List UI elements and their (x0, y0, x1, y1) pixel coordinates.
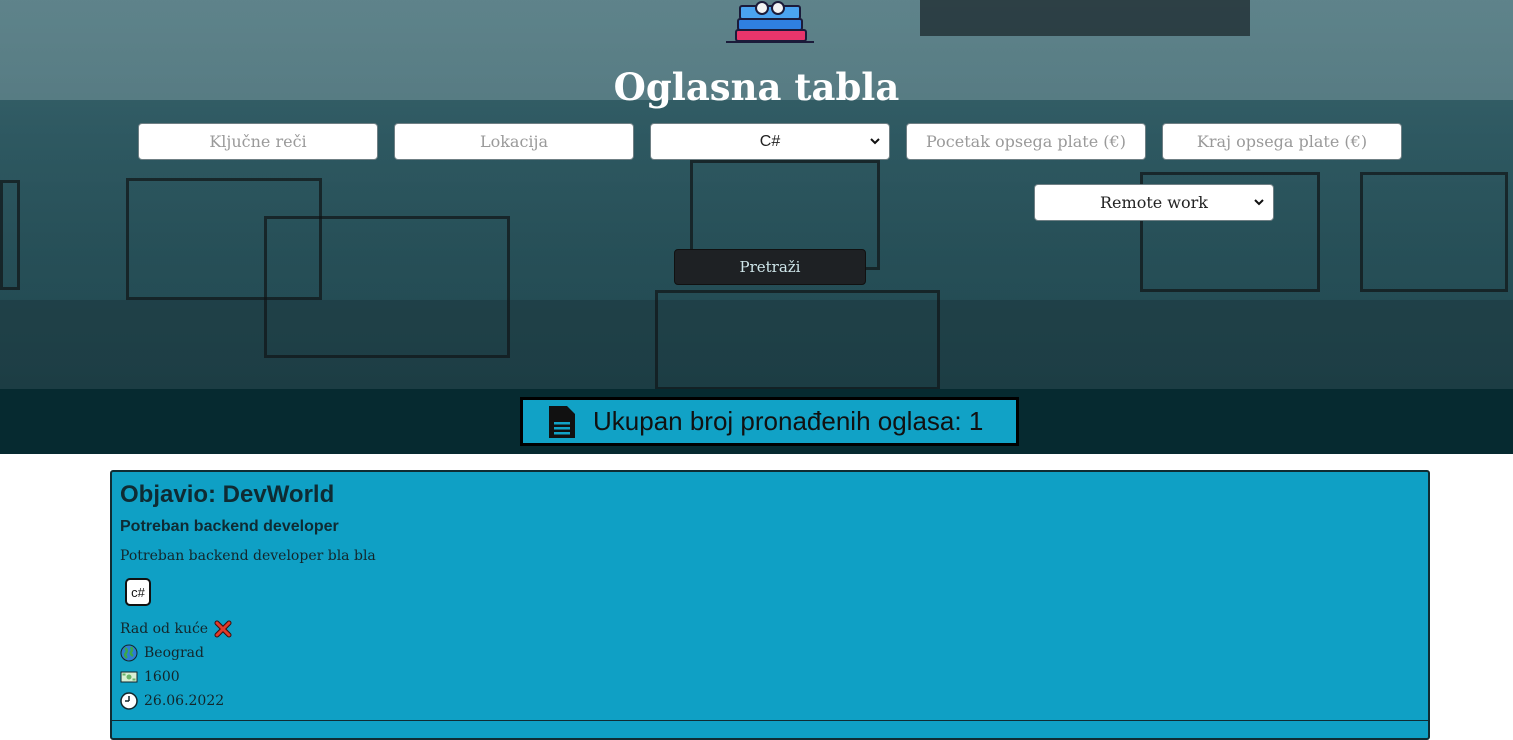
keywords-input[interactable] (138, 123, 378, 160)
hero-monitor (1360, 172, 1508, 292)
salary-from-input[interactable] (906, 123, 1146, 160)
technology-select-value: C# (759, 132, 781, 150)
remote-work-select-value: Remote work (1100, 193, 1208, 212)
remote-work-label: Rad od kuće (120, 621, 209, 637)
technology-tag: c# (125, 578, 151, 606)
books-logo-icon (726, 1, 814, 43)
page-title: Oglasna tabla (613, 65, 900, 109)
chevron-down-icon (870, 138, 880, 145)
location-input[interactable] (394, 123, 634, 160)
chevron-down-icon (1254, 199, 1264, 206)
globe-icon (120, 644, 138, 662)
results-count-bar: Ukupan broj pronađenih oglasa: 1 (0, 389, 1513, 454)
hero-banner: Oglasna tabla C# Remote work Pretraži (0, 0, 1513, 389)
cross-mark-icon (214, 620, 232, 638)
listing-city: Beograd (144, 645, 204, 661)
remote-work-row: Rad od kuće (120, 620, 232, 638)
date-row: 26.06.2022 (120, 692, 224, 710)
results-count-box: Ukupan broj pronađenih oglasa: 1 (520, 397, 1019, 446)
money-icon (120, 671, 138, 683)
clock-icon (120, 692, 138, 710)
location-row: Beograd (120, 644, 204, 662)
hero-desks (0, 300, 1513, 389)
search-button[interactable]: Pretraži (674, 249, 866, 285)
listing-publisher: Objavio: DevWorld (120, 481, 335, 508)
card-divider (112, 720, 1428, 721)
hero-monitor (0, 180, 20, 290)
document-icon (549, 405, 575, 438)
listing-title: Potreban backend developer (120, 518, 339, 535)
results-count-text: Ukupan broj pronađenih oglasa: 1 (593, 406, 984, 436)
listing-salary: 1600 (144, 669, 180, 685)
listing-date: 26.06.2022 (144, 693, 225, 709)
technology-select[interactable]: C# (650, 123, 890, 160)
listing-description: Potreban backend developer bla bla (120, 548, 376, 564)
hero-window (920, 0, 1250, 36)
salary-to-input[interactable] (1162, 123, 1402, 160)
remote-work-select[interactable]: Remote work (1034, 184, 1274, 221)
job-listing-card[interactable]: Objavio: DevWorld Potreban backend devel… (110, 470, 1430, 740)
salary-row: 1600 (120, 668, 180, 686)
